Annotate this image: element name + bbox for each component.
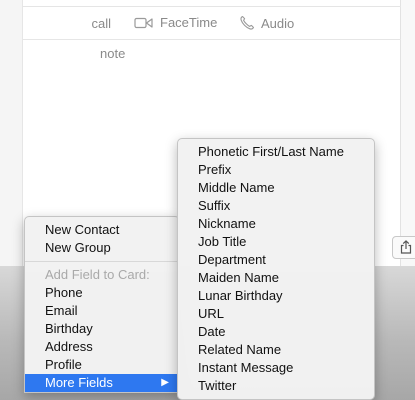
note-label: note xyxy=(100,46,126,61)
audio-label: Audio xyxy=(261,15,295,31)
menu-item-birthday[interactable]: Birthday xyxy=(25,320,179,338)
submenu-item-instant-message[interactable]: Instant Message xyxy=(178,359,374,377)
submenu-arrow-icon: ▶ xyxy=(161,377,169,388)
menu-item-profile[interactable]: Profile xyxy=(25,356,179,374)
add-menu: New Contact New Group Add Field to Card:… xyxy=(24,216,180,393)
phone-icon xyxy=(239,15,255,31)
menu-item-more-fields-label: More Fields xyxy=(45,375,113,390)
facetime-button[interactable]: FaceTime xyxy=(134,15,217,30)
submenu-item-prefix[interactable]: Prefix xyxy=(178,161,374,179)
sidebar-edge xyxy=(0,0,23,266)
submenu-item-url[interactable]: URL xyxy=(178,305,374,323)
submenu-item-twitter[interactable]: Twitter xyxy=(178,377,374,395)
menu-item-phone[interactable]: Phone xyxy=(25,284,179,302)
call-row: call FaceTime Audio xyxy=(22,7,401,40)
submenu-item-date[interactable]: Date xyxy=(178,323,374,341)
window-right-edge xyxy=(400,0,415,266)
menu-item-new-contact[interactable]: New Contact xyxy=(25,221,179,239)
share-button[interactable] xyxy=(392,236,415,259)
submenu-item-nickname[interactable]: Nickname xyxy=(178,215,374,233)
facetime-label: FaceTime xyxy=(160,15,218,30)
submenu-item-maiden-name[interactable]: Maiden Name xyxy=(178,269,374,287)
submenu-item-lunar-birthday[interactable]: Lunar Birthday xyxy=(178,287,374,305)
menu-item-email[interactable]: Email xyxy=(25,302,179,320)
more-fields-submenu: Phonetic First/Last Name Prefix Middle N… xyxy=(177,138,375,400)
submenu-item-middle-name[interactable]: Middle Name xyxy=(178,179,374,197)
video-camera-icon xyxy=(134,17,154,29)
submenu-item-related-name[interactable]: Related Name xyxy=(178,341,374,359)
menu-item-new-group[interactable]: New Group xyxy=(25,239,179,257)
submenu-item-department[interactable]: Department xyxy=(178,251,374,269)
menu-separator xyxy=(25,261,179,262)
submenu-item-suffix[interactable]: Suffix xyxy=(178,197,374,215)
menu-header-add-field: Add Field to Card: xyxy=(45,267,150,282)
menu-item-address[interactable]: Address xyxy=(25,338,179,356)
submenu-item-phonetic-name[interactable]: Phonetic First/Last Name xyxy=(178,143,374,161)
audio-button[interactable]: Audio xyxy=(239,15,294,31)
call-label: call xyxy=(91,16,111,31)
menu-item-more-fields[interactable]: More Fields ▶ xyxy=(25,374,179,392)
submenu-item-job-title[interactable]: Job Title xyxy=(178,233,374,251)
